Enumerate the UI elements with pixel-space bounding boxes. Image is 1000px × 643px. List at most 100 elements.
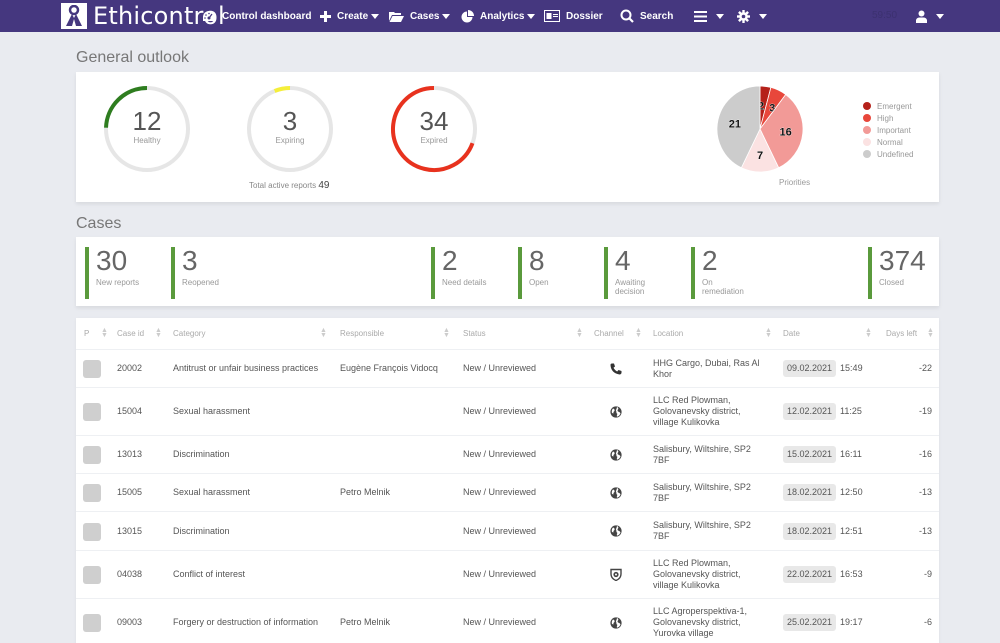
stat-awaiting-decision[interactable]: 4 Awaiting decision	[604, 247, 655, 299]
sort-icon[interactable]: ▲ ▼	[765, 327, 772, 339]
stat-need-details[interactable]: 2 Need details	[431, 247, 502, 299]
table-row[interactable]: 15005 Sexual harassment Petro Melnik New / …	[76, 473, 939, 511]
folder-icon	[389, 11, 404, 22]
legend-item[interactable]: Undefined	[863, 148, 913, 160]
sort-icon[interactable]: ▲ ▼	[320, 327, 327, 339]
case-id[interactable]: 20002	[117, 350, 142, 387]
nav-settings[interactable]	[737, 0, 767, 32]
sort-icon[interactable]: ▲ ▼	[443, 327, 450, 339]
nav-create[interactable]: Create	[320, 0, 380, 32]
sort-icon[interactable]: ▲ ▼	[576, 327, 583, 339]
nav-cases[interactable]: Cases	[389, 0, 451, 32]
globe-icon	[610, 436, 622, 473]
legend-dot	[863, 150, 871, 158]
caret-down-icon	[527, 13, 536, 19]
cases-title: Cases	[76, 215, 122, 232]
stat-value: 8	[529, 245, 545, 276]
case-id[interactable]: 15005	[117, 474, 142, 511]
sort-icon[interactable]: ▲ ▼	[155, 327, 162, 339]
case-id[interactable]: 13015	[117, 512, 142, 550]
stat-on-remediation[interactable]: 2 On remediation	[691, 247, 744, 299]
table-row[interactable]: 09003 Forgery or destruction of informati…	[76, 598, 939, 643]
category: Forgery or destruction of information	[173, 617, 319, 627]
nav-label: Dossier	[566, 10, 603, 22]
case-id[interactable]: 13013	[117, 436, 142, 473]
plus-icon	[320, 10, 331, 22]
stat-value: 3	[182, 245, 198, 276]
table-row[interactable]: 04038 Conflict of interest New / Unreviewe…	[76, 550, 939, 598]
date-badge: 15.02.2021	[783, 446, 837, 463]
sort-icon[interactable]: ▲ ▼	[635, 327, 642, 339]
case-id[interactable]: 04038	[117, 551, 142, 598]
priorities-pie: 2 3 16 7 21	[715, 84, 805, 179]
gauge-arc	[273, 86, 291, 93]
nav-menu[interactable]	[694, 0, 724, 32]
legend-label: Undefined	[877, 149, 914, 159]
column-header-location[interactable]: Location	[653, 318, 683, 349]
stat-closed[interactable]: 374 Closed	[868, 247, 939, 299]
gauge-healthy[interactable]: 12 Healthy	[102, 84, 192, 174]
nav-dossier[interactable]: Dossier	[544, 0, 603, 32]
legend-item[interactable]: High	[863, 112, 913, 124]
globe-icon	[610, 474, 622, 511]
stat-open[interactable]: 8 Open	[518, 247, 589, 299]
pie-data-label: 21	[729, 118, 741, 130]
column-header-responsible[interactable]: Responsible	[340, 318, 384, 349]
column-header-days-left[interactable]: Days left	[886, 318, 917, 349]
pie-data-label: 7	[757, 150, 763, 162]
stat-value: 2	[442, 245, 458, 276]
days-left: -19	[918, 406, 932, 416]
stat-value: 30	[96, 245, 128, 276]
column-header-date[interactable]: Date	[783, 318, 800, 349]
priority-indicator	[83, 403, 101, 421]
time: 15:49	[840, 363, 863, 373]
stat-new-reports[interactable]: 30 New reports	[85, 247, 156, 299]
nav-label: Control dashboard	[222, 10, 312, 22]
time: 12:51	[840, 525, 863, 536]
caret-down-icon	[716, 13, 724, 19]
column-header-channel[interactable]: Channel	[594, 318, 624, 349]
column-header-status[interactable]: Status	[463, 318, 486, 349]
column-header-case-id[interactable]: Case id	[117, 318, 144, 349]
globe-icon	[610, 599, 622, 643]
caret-down-icon	[936, 13, 944, 19]
case-id[interactable]: 09003	[117, 599, 142, 643]
brand-logo[interactable]: Ethicontrol	[61, 2, 225, 30]
date-badge: 18.02.2021	[783, 522, 837, 540]
column-header-priority[interactable]: P	[84, 318, 89, 349]
priority-indicator	[83, 484, 101, 502]
sort-icon[interactable]: ▲ ▼	[927, 327, 934, 339]
nav-search[interactable]: Search	[620, 0, 673, 32]
table-row[interactable]: 15004 Sexual harassment New / Unreviewed LL…	[76, 387, 939, 435]
stat-reopened[interactable]: 3 Reopened	[171, 247, 242, 299]
nav-label: Create	[337, 10, 369, 22]
nav-analytics[interactable]: Analytics	[461, 0, 536, 32]
nav-user[interactable]	[916, 0, 944, 32]
legend-label: Emergent	[877, 101, 912, 111]
legend-item[interactable]: Normal	[863, 136, 913, 148]
date-badge: 22.02.2021	[783, 566, 837, 583]
case-id[interactable]: 15004	[117, 388, 142, 435]
sort-icon[interactable]: ▲ ▼	[101, 327, 108, 339]
gauge-expired[interactable]: 34 Expired	[389, 84, 479, 174]
date: 18.02.2021 12:51	[783, 512, 863, 550]
time: 11:25	[840, 406, 862, 416]
legend-dot	[863, 102, 871, 110]
table-row[interactable]: 20002 Antitrust or unfair business practi…	[76, 349, 939, 387]
status: New / Unreviewed	[463, 363, 537, 373]
column-label: P	[84, 329, 90, 338]
location: LLC Agroperspektiva-1, Golovanevsky dist…	[653, 606, 748, 638]
sort-icon[interactable]: ▲ ▼	[865, 327, 872, 339]
table-row[interactable]: 13013 Discrimination New / Unreviewed Salis…	[76, 435, 939, 473]
gauge-expiring[interactable]: 3 Expiring	[245, 84, 335, 174]
responsible: Eugène François Vidocq	[340, 363, 438, 373]
priorities-label: Priorities	[779, 178, 811, 187]
time: 16:53	[840, 569, 863, 579]
column-header-category[interactable]: Category	[173, 318, 205, 349]
legend-item[interactable]: Important	[863, 124, 913, 136]
days-left: -13	[918, 525, 932, 536]
legend-item[interactable]: Emergent	[863, 100, 913, 112]
days-left: -6	[923, 617, 932, 627]
nav-control-dashboard[interactable]: Control dashboard	[202, 0, 311, 32]
table-row[interactable]: 13015 Discrimination New / Unreviewed Salis…	[76, 511, 939, 550]
